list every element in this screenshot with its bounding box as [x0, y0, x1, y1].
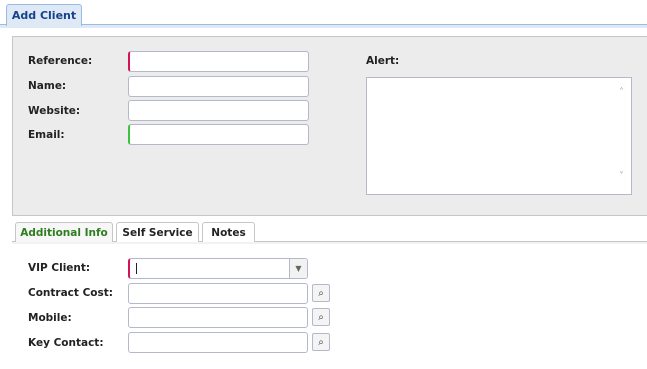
tab-strip-line	[0, 24, 647, 28]
name-label: Name:	[28, 80, 67, 92]
chevron-up-icon[interactable]: ˄	[619, 87, 624, 98]
website-input[interactable]	[128, 100, 309, 121]
chevron-down-icon[interactable]: ˅	[619, 171, 624, 182]
tab-add-client[interactable]: Add Client	[6, 4, 82, 26]
tab-notes[interactable]: Notes	[202, 222, 255, 242]
mobile-label: Mobile:	[28, 312, 72, 324]
tab-additional-info[interactable]: Additional Info	[15, 222, 113, 242]
vip-client-combo[interactable]: ▼	[128, 258, 308, 279]
search-icon[interactable]: ⌕	[312, 308, 330, 326]
email-input[interactable]	[128, 124, 309, 145]
alert-textarea[interactable]	[366, 77, 632, 195]
email-label: Email:	[28, 129, 65, 141]
window-tab-strip	[0, 0, 647, 27]
website-label: Website:	[28, 105, 81, 117]
key-contact-input[interactable]	[128, 332, 308, 353]
mobile-input[interactable]	[128, 307, 308, 328]
reference-input[interactable]	[128, 51, 309, 72]
reference-label: Reference:	[28, 55, 93, 67]
contract-cost-label: Contract Cost:	[28, 287, 113, 299]
search-icon[interactable]: ⌕	[312, 284, 330, 302]
text-caret	[136, 263, 137, 274]
key-contact-label: Key Contact:	[28, 337, 104, 349]
contract-cost-input[interactable]	[128, 283, 308, 304]
chevron-down-icon[interactable]: ▼	[289, 259, 307, 278]
tab-self-service[interactable]: Self Service	[116, 222, 199, 242]
alert-label: Alert:	[366, 55, 400, 67]
name-input[interactable]	[128, 76, 309, 97]
search-icon[interactable]: ⌕	[312, 333, 330, 351]
vip-client-label: VIP Client:	[28, 262, 91, 274]
